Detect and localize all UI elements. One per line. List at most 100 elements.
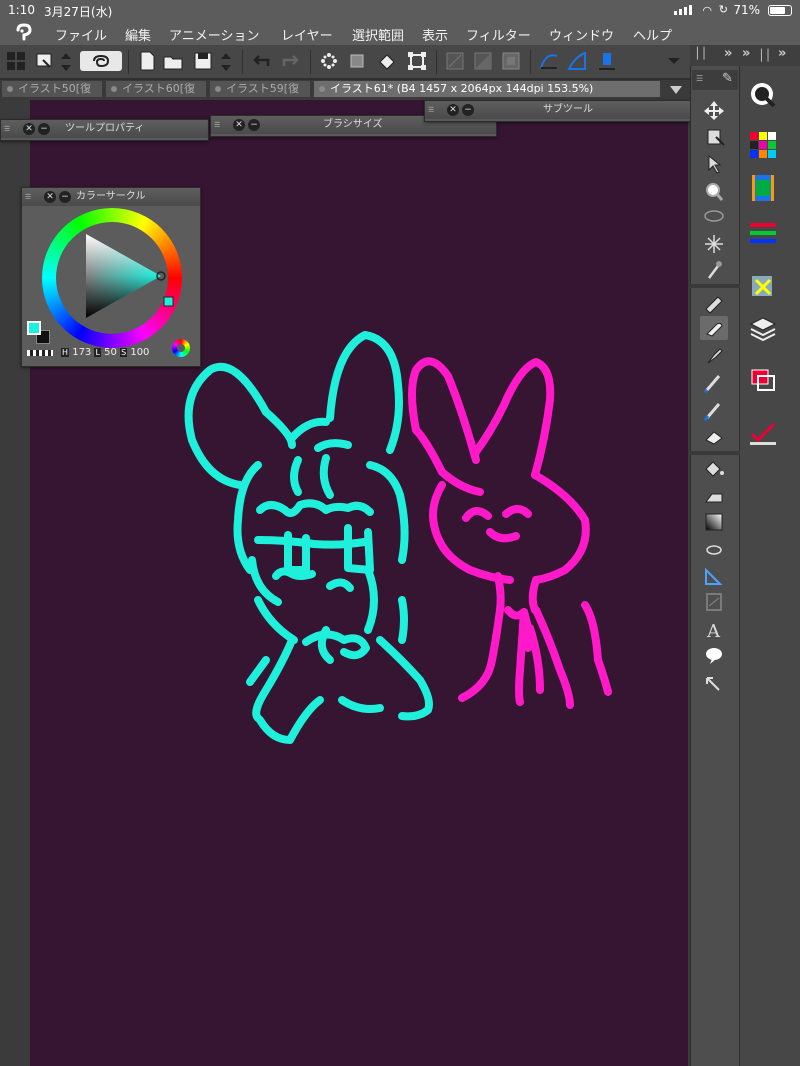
- auto-select-tool-icon[interactable]: [700, 232, 728, 256]
- panel-grip-icon[interactable]: ☰: [428, 106, 436, 114]
- minimize-icon[interactable]: −: [59, 191, 71, 203]
- tool-property-titlebar[interactable]: ☰ ✕ − ツールプロパティ: [1, 120, 208, 138]
- h-value: 173: [72, 347, 92, 358]
- grid-menu-icon[interactable]: [5, 50, 27, 72]
- balloon-tool-icon[interactable]: [700, 644, 728, 668]
- fill-icon[interactable]: [376, 50, 398, 72]
- tab-illust60[interactable]: イラスト60[復: [106, 81, 206, 97]
- panel-grip-icon[interactable]: ☰: [214, 121, 222, 129]
- layer-icon[interactable]: [748, 314, 778, 344]
- eraser-tool-icon[interactable]: [700, 424, 728, 448]
- pen-tool-icon[interactable]: [700, 291, 728, 315]
- tab-list-dropdown-icon[interactable]: [666, 82, 686, 96]
- clear-outside-icon[interactable]: [346, 50, 368, 72]
- wifi-icon: ◠: [702, 4, 712, 17]
- sub-tool-panel: ☰ ✕ − サブツール: [424, 100, 718, 122]
- menu-window[interactable]: ウィンドウ: [549, 25, 614, 44]
- blend-tool-icon[interactable]: [700, 484, 728, 508]
- palette-grip-icon[interactable]: ││: [758, 49, 771, 62]
- redo-icon[interactable]: [280, 50, 302, 72]
- auto-action-icon[interactable]: [748, 418, 778, 448]
- lasso-select-tool-icon[interactable]: [700, 206, 728, 230]
- minimize-icon[interactable]: −: [248, 119, 260, 131]
- operation-tool-icon[interactable]: [700, 125, 728, 149]
- close-icon[interactable]: ✕: [23, 123, 35, 135]
- ruler-tool-icon[interactable]: [700, 564, 728, 588]
- navigator-icon[interactable]: [748, 80, 778, 110]
- color-space-toggle-icon[interactable]: [172, 339, 190, 357]
- perspective-snap-icon[interactable]: [472, 50, 494, 72]
- ruler-snap-icon[interactable]: [444, 50, 466, 72]
- minimize-icon[interactable]: −: [462, 104, 474, 116]
- main-color-swatch[interactable]: [27, 321, 41, 335]
- undo-icon[interactable]: [250, 50, 272, 72]
- material-icon[interactable]: [748, 272, 778, 302]
- menu-filter[interactable]: フィルター: [466, 25, 531, 44]
- color-set-icon[interactable]: [748, 130, 778, 160]
- tool-palette-header: ☰ ✎: [692, 70, 738, 90]
- correct-line-tool-icon[interactable]: [700, 672, 728, 696]
- clip-studio-icon[interactable]: [80, 51, 122, 71]
- zoom-tool-icon[interactable]: [700, 180, 728, 204]
- app-logo-icon[interactable]: [14, 23, 34, 43]
- open-folder-icon[interactable]: [162, 50, 184, 72]
- pen-pressure-icon[interactable]: [566, 50, 588, 72]
- panel-grip-icon[interactable]: ☰: [696, 74, 703, 83]
- close-icon[interactable]: ✕: [44, 191, 56, 203]
- menu-layer[interactable]: レイヤー: [281, 25, 333, 44]
- tab-illust59[interactable]: イラスト59[復: [210, 81, 310, 97]
- menu-animation[interactable]: アニメーション: [169, 25, 259, 44]
- transform-icon[interactable]: [406, 50, 428, 72]
- close-icon[interactable]: ✕: [233, 119, 245, 131]
- move-layer-tool-icon[interactable]: [700, 98, 728, 122]
- eyedropper-tool-icon[interactable]: [700, 258, 728, 282]
- pencil-tool-icon-selected[interactable]: [700, 316, 728, 340]
- collapse-palette-icon[interactable]: »: [742, 46, 750, 61]
- fill-tool-icon[interactable]: [700, 457, 728, 481]
- h-label: H: [61, 348, 70, 357]
- hue-handle[interactable]: [163, 296, 174, 307]
- saturation-lightness-triangle[interactable]: [42, 208, 182, 348]
- updown-arrows-2-icon[interactable]: [218, 50, 234, 72]
- collapse-right-icon[interactable]: »: [778, 46, 786, 61]
- transparent-color-swatch[interactable]: [27, 350, 53, 356]
- airbrush-tool-icon[interactable]: [700, 370, 728, 394]
- menu-edit[interactable]: 編集: [125, 25, 151, 44]
- new-file-icon[interactable]: [136, 50, 158, 72]
- quick-access-icon[interactable]: [34, 50, 56, 72]
- clear-icon[interactable]: [318, 50, 340, 72]
- animation-timeline-icon[interactable]: [748, 173, 778, 203]
- frame-tool-icon[interactable]: [700, 590, 728, 614]
- layer-property-icon[interactable]: [748, 366, 778, 396]
- s-value: 100: [130, 347, 150, 358]
- panel-grip-icon[interactable]: ☰: [25, 193, 33, 201]
- text-tool-icon[interactable]: A: [700, 618, 728, 642]
- tab-illust50[interactable]: イラスト50[復: [2, 81, 102, 97]
- toolbar-dropdown-icon[interactable]: [664, 50, 684, 72]
- panel-grip-icon[interactable]: ☰: [4, 125, 12, 133]
- dock-grip-icon[interactable]: ││: [694, 47, 707, 60]
- menu-view[interactable]: 表示: [422, 25, 448, 44]
- collapse-dock-icon[interactable]: »: [724, 46, 732, 61]
- sub-tool-titlebar[interactable]: ☰ ✕ − サブツール: [425, 101, 717, 119]
- save-icon[interactable]: [192, 50, 214, 72]
- hue-ring[interactable]: [42, 208, 182, 348]
- menu-help[interactable]: ヘルプ: [633, 25, 672, 44]
- color-slider-icon[interactable]: [748, 218, 778, 248]
- close-icon[interactable]: ✕: [447, 104, 459, 116]
- brush-tool-icon[interactable]: [700, 343, 728, 367]
- figure-tool-icon[interactable]: [700, 538, 728, 562]
- tab-illust61-active[interactable]: イラスト61* (B4 1457 x 2064px 144dpi 153.5%): [314, 81, 660, 97]
- updown-arrows-icon[interactable]: [58, 50, 74, 72]
- color-circle-titlebar[interactable]: ☰ ✕ − カラーサークル: [22, 188, 200, 206]
- grid-snap-icon[interactable]: [500, 50, 522, 72]
- pen-setting-icon[interactable]: [596, 50, 618, 72]
- gradient-tool-icon[interactable]: [700, 510, 728, 534]
- stabilization-icon[interactable]: [538, 50, 560, 72]
- move-tool-icon[interactable]: [700, 152, 728, 176]
- command-bar: [0, 45, 690, 79]
- menu-file[interactable]: ファイル: [55, 25, 107, 44]
- menu-selection[interactable]: 選択範囲: [352, 25, 404, 44]
- decoration-tool-icon[interactable]: [700, 398, 728, 422]
- minimize-icon[interactable]: −: [38, 123, 50, 135]
